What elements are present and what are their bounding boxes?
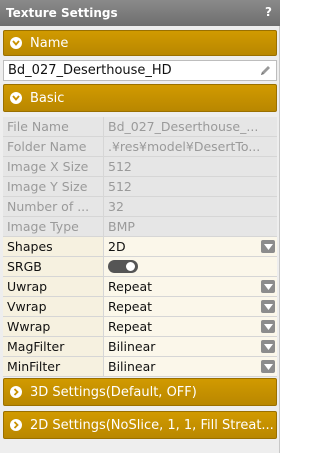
property-value: 512 xyxy=(103,157,277,176)
panel-titlebar: Texture Settings ? xyxy=(0,0,280,26)
vwrap-select[interactable]: Repeat xyxy=(103,297,277,316)
srgb-toggle[interactable] xyxy=(108,260,138,273)
section-3d-settings-label: 3D Settings(Default, OFF) xyxy=(30,384,197,400)
property-label: Number of ... xyxy=(7,199,90,214)
name-field[interactable]: Bd_027_Deserthouse_HD xyxy=(3,60,277,81)
property-row-image-y-size: Image Y Size 512 xyxy=(3,177,277,197)
chevron-down-icon[interactable] xyxy=(261,340,275,353)
minfilter-value: Bilinear xyxy=(108,359,156,374)
uwrap-select[interactable]: Repeat xyxy=(103,277,277,296)
chevron-down-icon[interactable] xyxy=(261,240,275,253)
shapes-value: 2D xyxy=(108,239,126,254)
section-name-label: Name xyxy=(30,35,69,51)
chevron-down-icon[interactable] xyxy=(261,360,275,373)
property-label: Image Type xyxy=(7,219,79,234)
property-row-vwrap: Vwrap Repeat xyxy=(3,297,277,317)
shapes-select[interactable]: 2D xyxy=(103,237,277,256)
pencil-icon[interactable] xyxy=(259,64,272,81)
srgb-toggle-cell xyxy=(103,257,277,276)
property-value: Bd_027_Deserthouse_... xyxy=(103,117,277,136)
property-row-image-x-size: Image X Size 512 xyxy=(3,157,277,177)
property-label: Shapes xyxy=(7,239,53,254)
chevron-down-icon[interactable] xyxy=(261,320,275,333)
section-name-header[interactable]: Name xyxy=(3,30,277,56)
property-value: .¥res¥model¥DesertTo... xyxy=(103,137,277,156)
property-label: Uwrap xyxy=(7,279,48,294)
wwrap-value: Repeat xyxy=(108,319,153,334)
help-icon[interactable]: ? xyxy=(265,5,272,19)
chevron-right-icon xyxy=(10,419,22,431)
property-row-magfilter: MagFilter Bilinear xyxy=(3,337,277,357)
chevron-down-icon[interactable] xyxy=(261,300,275,313)
property-value: 32 xyxy=(103,197,277,216)
magfilter-select[interactable]: Bilinear xyxy=(103,337,277,356)
property-row-folder-name: Folder Name .¥res¥model¥DesertTo... xyxy=(3,137,277,157)
property-label: Folder Name xyxy=(7,139,87,154)
chevron-down-icon xyxy=(10,92,22,104)
property-label: File Name xyxy=(7,119,69,134)
chevron-right-icon xyxy=(10,386,22,398)
property-value: BMP xyxy=(103,217,277,236)
property-row-number-of: Number of ... 32 xyxy=(3,197,277,217)
section-2d-settings-header[interactable]: 2D Settings(NoSlice, 1, 1, Fill Streat..… xyxy=(3,411,277,439)
wwrap-select[interactable]: Repeat xyxy=(103,317,277,336)
name-value: Bd_027_Deserthouse_HD xyxy=(8,63,172,78)
property-label: SRGB xyxy=(7,259,42,274)
property-value: 512 xyxy=(103,177,277,196)
property-row-minfilter: MinFilter Bilinear xyxy=(3,357,277,377)
chevron-down-icon[interactable] xyxy=(261,280,275,293)
property-label: MagFilter xyxy=(7,339,65,354)
property-label: Image Y Size xyxy=(7,179,88,194)
section-basic-label: Basic xyxy=(30,90,65,106)
section-basic-header[interactable]: Basic xyxy=(3,84,277,112)
property-row-uwrap: Uwrap Repeat xyxy=(3,277,277,297)
property-label: MinFilter xyxy=(7,359,61,374)
property-label: Image X Size xyxy=(7,159,89,174)
chevron-down-icon xyxy=(10,37,22,49)
toggle-knob xyxy=(125,261,136,272)
property-row-file-name: File Name Bd_027_Deserthouse_... xyxy=(3,117,277,137)
texture-settings-panel: Texture Settings ? Name Bd_027_Deserthou… xyxy=(0,0,280,453)
section-2d-settings-label: 2D Settings(NoSlice, 1, 1, Fill Streat..… xyxy=(30,417,274,433)
property-label: Wwrap xyxy=(7,319,51,334)
property-row-shapes: Shapes 2D xyxy=(3,237,277,257)
minfilter-select[interactable]: Bilinear xyxy=(103,357,277,376)
panel-title: Texture Settings xyxy=(6,6,118,20)
property-row-wwrap: Wwrap Repeat xyxy=(3,317,277,337)
property-row-image-type: Image Type BMP xyxy=(3,217,277,237)
uwrap-value: Repeat xyxy=(108,279,153,294)
section-3d-settings-header[interactable]: 3D Settings(Default, OFF) xyxy=(3,378,277,406)
property-row-srgb: SRGB xyxy=(3,257,277,277)
property-label: Vwrap xyxy=(7,299,47,314)
magfilter-value: Bilinear xyxy=(108,339,156,354)
vwrap-value: Repeat xyxy=(108,299,153,314)
